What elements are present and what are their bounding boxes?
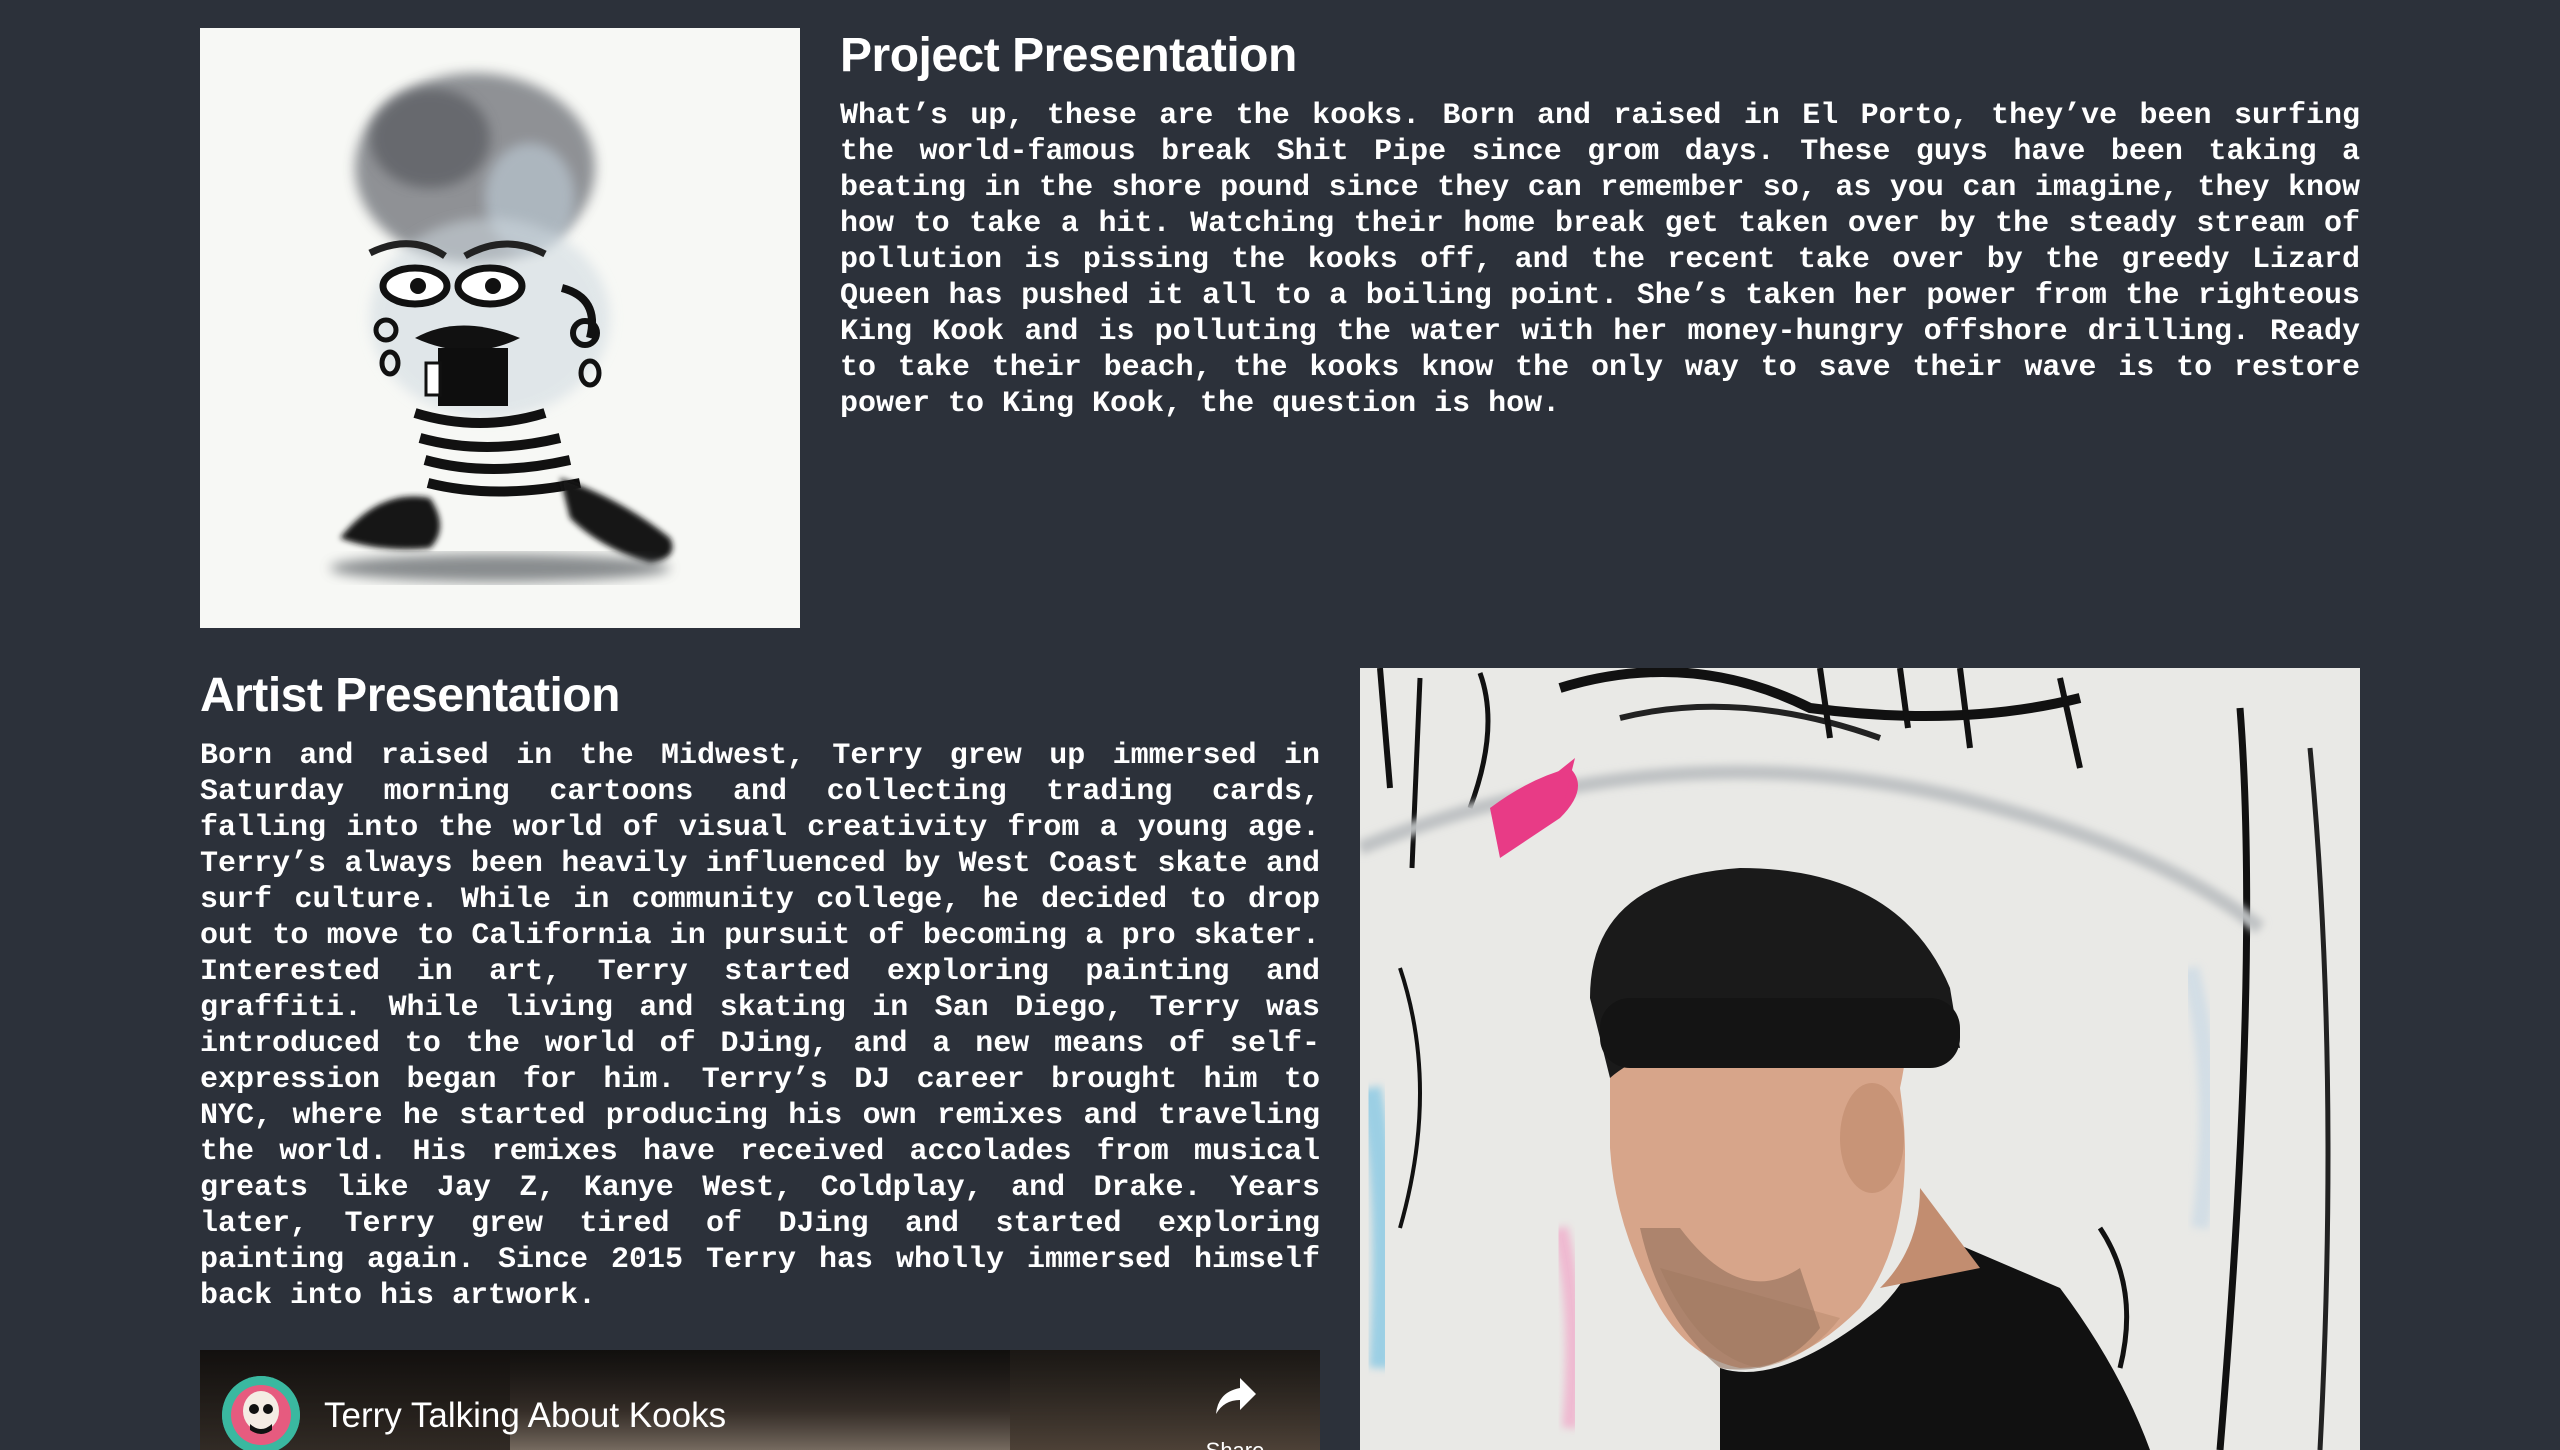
- artist-presentation-body: Born and raised in the Midwest, Terry gr…: [200, 739, 1320, 1313]
- video-embed[interactable]: Terry Talking About Kooks Share: [200, 1350, 1320, 1450]
- artist-presentation-heading: Artist Presentation: [200, 669, 620, 722]
- share-arrow-icon: [1216, 1378, 1256, 1414]
- skull-icon: [222, 1376, 300, 1450]
- artist-photo: [1360, 668, 2360, 1450]
- project-presentation-body: What’s up, these are the kooks. Born and…: [840, 99, 2360, 421]
- project-presentation-section: Project Presentation What’s up, these ar…: [840, 28, 2360, 422]
- share-button[interactable]: Share: [1190, 1376, 1280, 1450]
- project-presentation-heading: Project Presentation: [840, 29, 1297, 82]
- page: Project Presentation What’s up, these ar…: [0, 0, 2560, 1450]
- artist-presentation-section: Artist Presentation Born and raised in t…: [200, 668, 1320, 1314]
- video-title[interactable]: Terry Talking About Kooks: [324, 1394, 726, 1438]
- channel-avatar[interactable]: [222, 1376, 300, 1450]
- share-label: Share: [1190, 1438, 1280, 1450]
- artist-portrait-photo: [1360, 668, 2360, 1450]
- project-artwork-image: [200, 28, 800, 628]
- kook-portrait-illustration: [330, 73, 673, 582]
